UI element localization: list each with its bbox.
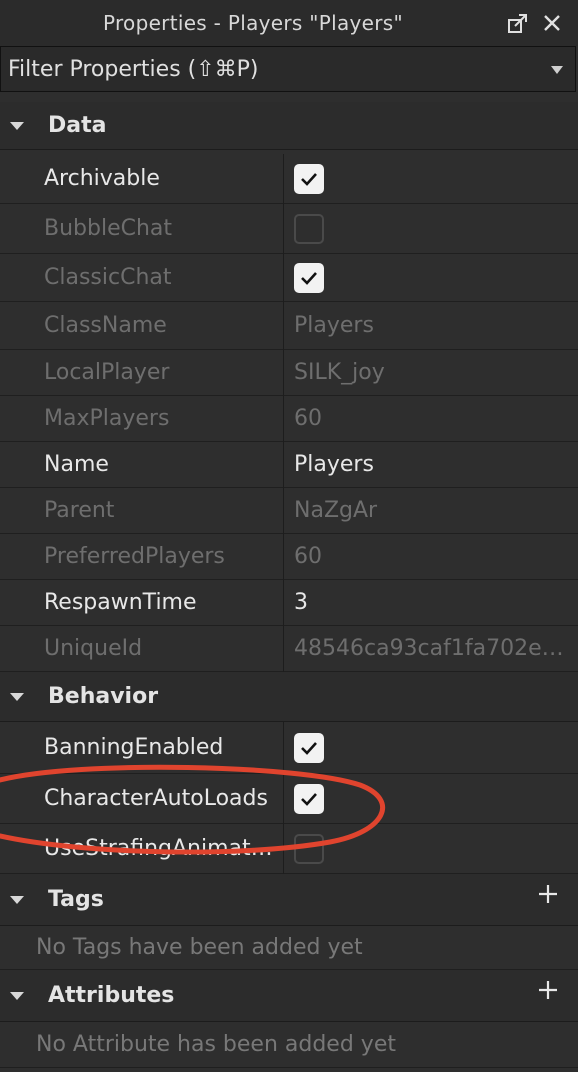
property-name: LocalPlayer — [44, 360, 170, 385]
checkmark-icon — [301, 173, 317, 186]
property-row-classicchat: ClassicChat — [0, 254, 578, 302]
property-row-localplayer: LocalPlayer SILK_joy — [0, 350, 578, 396]
column-divider — [283, 824, 284, 874]
property-row-uniqueid: UniqueId 48546ca93caf1fa702e9… — [0, 626, 578, 672]
attributes-empty-message: No Attribute has been added yet — [0, 1022, 578, 1068]
column-divider — [283, 774, 284, 824]
property-value: Players — [294, 313, 374, 338]
column-divider — [283, 442, 284, 488]
section-header-behavior[interactable]: Behavior — [0, 672, 578, 722]
column-divider — [283, 204, 284, 254]
checkmark-icon — [301, 793, 317, 806]
section-header-tags[interactable]: Tags — [0, 874, 578, 926]
add-attribute-plus-icon[interactable] — [536, 978, 560, 1002]
property-value: SILK_joy — [294, 360, 385, 385]
checkbox-unchecked — [294, 214, 324, 244]
add-tag-plus-icon[interactable] — [536, 882, 560, 906]
property-value-input[interactable]: 3 — [294, 580, 570, 626]
property-name: Archivable — [44, 166, 160, 191]
title-bar: Properties - Players "Players" — [0, 0, 578, 46]
property-row-maxplayers: MaxPlayers 60 — [0, 396, 578, 442]
undock-icon[interactable] — [506, 11, 530, 35]
section-title: Data — [48, 113, 107, 138]
chevron-down-icon[interactable] — [551, 66, 563, 74]
column-divider — [283, 302, 284, 350]
collapse-triangle-icon[interactable] — [10, 693, 24, 701]
checkbox-unchecked[interactable] — [294, 834, 324, 864]
property-row-classname: ClassName Players — [0, 302, 578, 350]
checkmark-icon — [301, 742, 317, 755]
filter-properties-input[interactable]: Filter Properties (⇧⌘P) — [0, 46, 576, 92]
property-name: ClassicChat — [44, 265, 172, 290]
property-value: 48546ca93caf1fa702e9… — [294, 636, 570, 661]
property-name: Parent — [44, 498, 115, 523]
property-name: RespawnTime — [44, 590, 197, 615]
property-row-characterautoloads[interactable]: CharacterAutoLoads — [0, 774, 578, 824]
checkbox-checked — [294, 263, 324, 293]
property-row-bubblechat: BubbleChat — [0, 204, 578, 254]
collapse-triangle-icon[interactable] — [10, 896, 24, 904]
column-divider — [283, 396, 284, 442]
property-name: BanningEnabled — [44, 735, 224, 760]
section-header-data[interactable]: Data — [0, 102, 578, 150]
filter-placeholder: Filter Properties (⇧⌘P) — [8, 57, 259, 82]
section-title: Attributes — [48, 983, 175, 1008]
property-value: 60 — [294, 544, 322, 569]
window-title: Properties - Players "Players" — [102, 11, 404, 35]
close-icon[interactable] — [540, 11, 564, 35]
property-name: CharacterAutoLoads — [44, 786, 268, 811]
checkbox-checked[interactable] — [294, 733, 324, 763]
column-divider — [283, 722, 284, 774]
collapse-triangle-icon[interactable] — [10, 992, 24, 1000]
property-value: 60 — [294, 406, 322, 431]
section-title: Tags — [48, 887, 104, 912]
property-name: UseStrafingAnimat… — [44, 836, 273, 861]
property-name: PreferredPlayers — [44, 544, 225, 569]
tags-empty-message: No Tags have been added yet — [0, 926, 578, 970]
property-row-preferredplayers: PreferredPlayers 60 — [0, 534, 578, 580]
property-row-usestrafinganimations[interactable]: UseStrafingAnimat… — [0, 824, 578, 874]
property-name: ClassName — [44, 313, 167, 338]
column-divider — [283, 534, 284, 580]
property-row-banningenabled[interactable]: BanningEnabled — [0, 722, 578, 774]
property-name: Name — [44, 452, 109, 477]
property-name: UniqueId — [44, 636, 143, 661]
property-row-parent: Parent NaZgAr — [0, 488, 578, 534]
property-row-name[interactable]: Name Players — [0, 442, 578, 488]
checkbox-checked[interactable] — [294, 784, 324, 814]
column-divider — [283, 626, 284, 672]
checkbox-checked[interactable] — [294, 164, 324, 194]
property-row-archivable[interactable]: Archivable — [0, 154, 578, 204]
property-name: BubbleChat — [44, 216, 173, 241]
property-name: MaxPlayers — [44, 406, 170, 431]
property-row-respawntime[interactable]: RespawnTime 3 — [0, 580, 578, 626]
empty-text: No Attribute has been added yet — [36, 1032, 396, 1057]
empty-text: No Tags have been added yet — [36, 935, 363, 960]
section-header-attributes[interactable]: Attributes — [0, 970, 578, 1022]
checkmark-icon — [301, 272, 317, 285]
column-divider — [283, 488, 284, 534]
collapse-triangle-icon[interactable] — [10, 122, 24, 130]
column-divider — [283, 580, 284, 626]
section-title: Behavior — [48, 684, 159, 709]
column-divider — [283, 350, 284, 396]
property-value: NaZgAr — [294, 498, 378, 523]
property-value-input[interactable]: Players — [294, 442, 570, 488]
column-divider — [283, 154, 284, 204]
column-divider — [283, 254, 284, 302]
